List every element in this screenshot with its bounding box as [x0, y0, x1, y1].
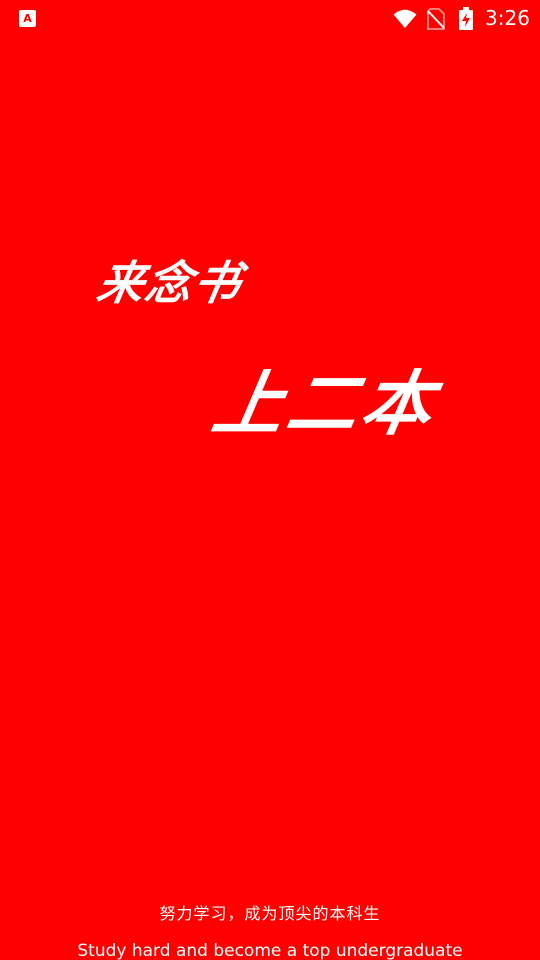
- no-sim-icon: [427, 8, 445, 30]
- status-time: 3:26: [485, 6, 530, 30]
- battery-charging-icon: [459, 7, 473, 30]
- tagline-chinese: 努力学习，成为顶尖的本科生: [159, 904, 381, 923]
- wifi-icon: [393, 9, 417, 28]
- splash-screen: A 3:26 来念书 上二本 努力学习，成为顶尖的本科生 Study hard …: [0, 0, 540, 960]
- tagline-english: Study hard and become a top undergraduat…: [77, 941, 463, 960]
- slogan-line-2: 上二本: [206, 363, 444, 445]
- status-bar: A 3:26: [0, 0, 540, 36]
- slogan-line-1: 来念书: [93, 256, 247, 310]
- app-notification-icon: A: [19, 10, 36, 27]
